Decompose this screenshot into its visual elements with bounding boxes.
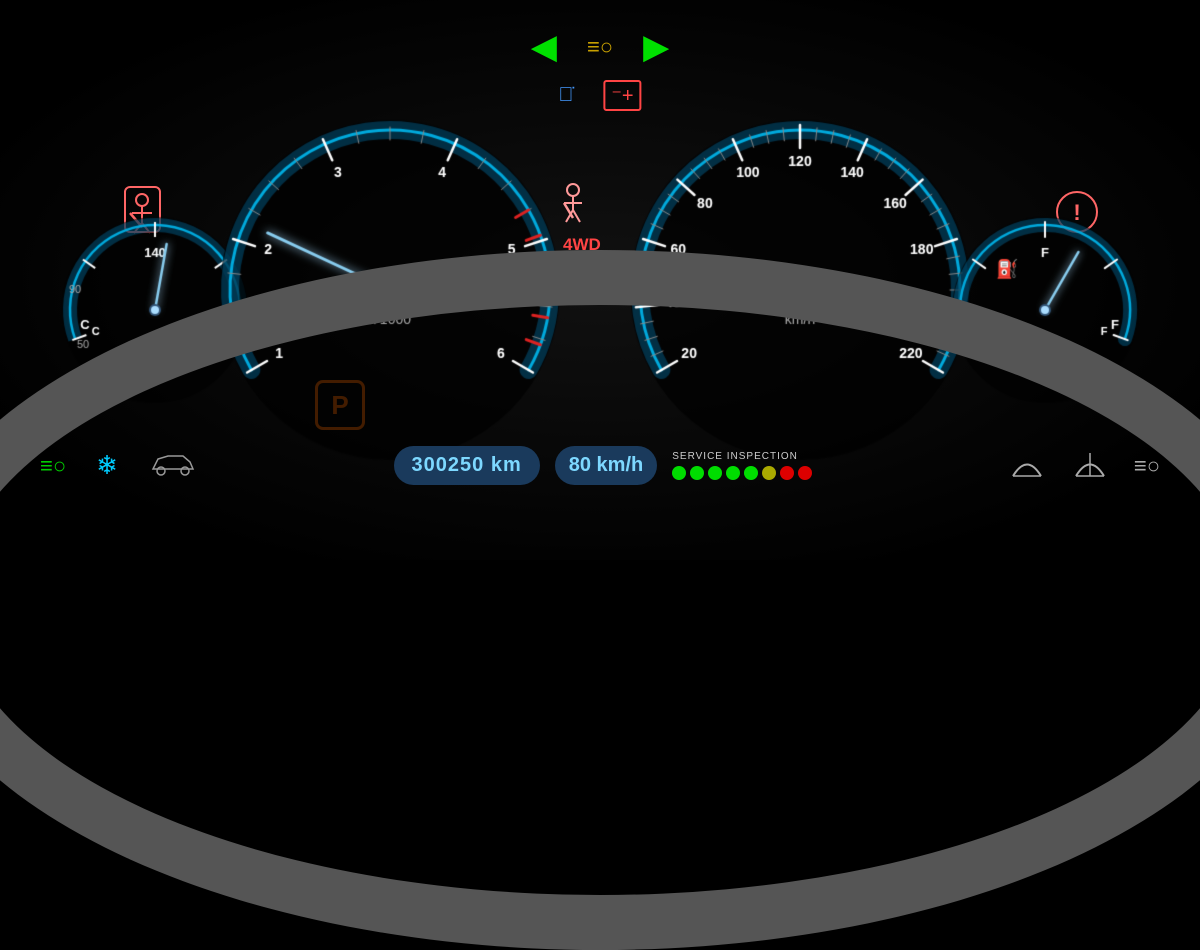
steering-wheel-arc: [0, 250, 1200, 950]
